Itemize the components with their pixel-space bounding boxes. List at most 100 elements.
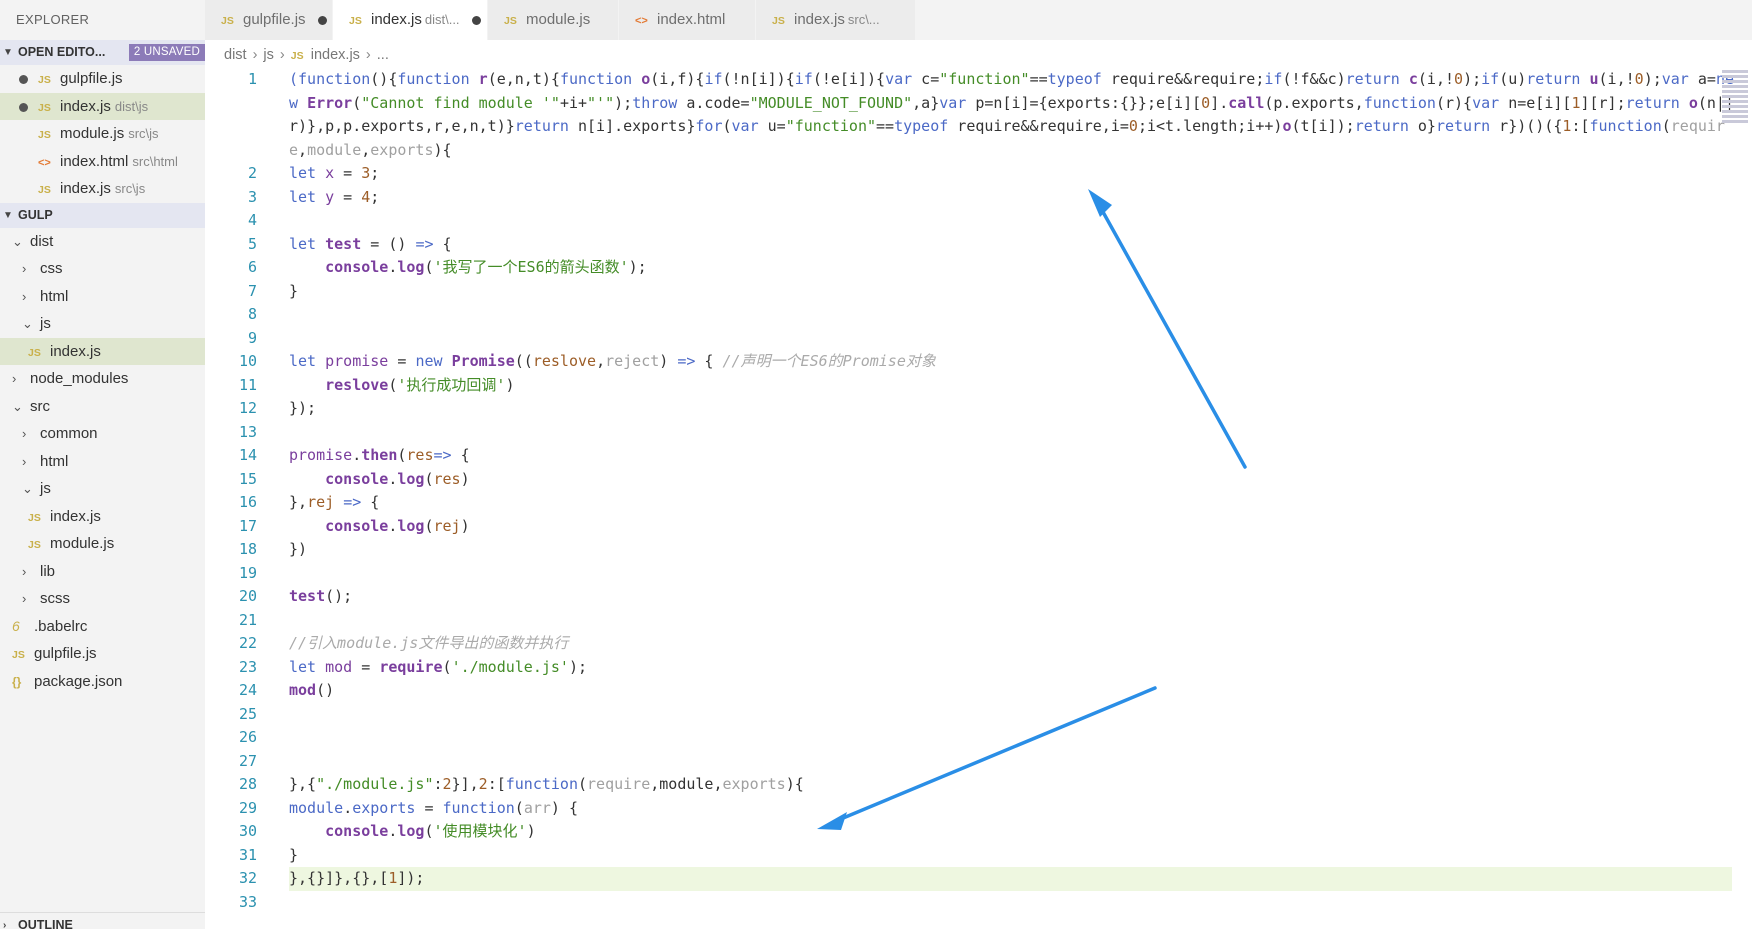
code-editor[interactable]: 1 2 3 4 5 6 7 8 9 10 11 12 13 14 15 16 17 18 19 20 21 22 23 24 2… bbox=[205, 68, 1752, 929]
workspace-header[interactable]: ▼ GULP bbox=[0, 202, 205, 228]
breadcrumb-dist[interactable]: dist bbox=[224, 47, 247, 63]
code-line-6[interactable]: console.log('我写了一个ES6的箭头函数'); bbox=[289, 256, 1736, 280]
folder-item[interactable]: › lib bbox=[0, 558, 205, 586]
tree-item-label: html bbox=[40, 452, 69, 470]
file-item[interactable]: JS gulpfile.js bbox=[0, 640, 205, 668]
code-line-29[interactable]: module.exports = function(arr) { bbox=[289, 797, 1736, 821]
file-item[interactable]: JS index.js bbox=[0, 503, 205, 531]
unsaved-dot-icon[interactable] bbox=[19, 102, 28, 112]
tab-label: module.js bbox=[526, 11, 591, 28]
tree-item-label: css bbox=[40, 260, 63, 277]
code-line-2[interactable]: let x = 3; bbox=[289, 162, 1736, 186]
folder-item[interactable]: › html bbox=[0, 283, 205, 311]
folder-item[interactable]: › css bbox=[0, 255, 205, 283]
folder-item[interactable]: › scss bbox=[0, 585, 205, 613]
breadcrumb-file[interactable]: index.js bbox=[311, 47, 360, 63]
folder-item[interactable]: ⌄ js bbox=[0, 310, 205, 338]
code-line-3[interactable]: let y = 4; bbox=[289, 186, 1736, 210]
file-item[interactable]: JS index.js bbox=[0, 337, 205, 365]
chevron-right-icon: › bbox=[3, 920, 7, 929]
js-file-icon: JS bbox=[772, 15, 785, 27]
open-editor-item[interactable]: JS index.js dist\js bbox=[0, 92, 205, 120]
code-line-23[interactable]: let mod = require('./module.js'); bbox=[289, 656, 1736, 680]
folder-item[interactable]: ⌄ js bbox=[0, 475, 205, 503]
open-editor-item[interactable]: JS module.js src\js bbox=[0, 120, 205, 148]
code-line-17[interactable]: console.log(rej) bbox=[289, 515, 1736, 539]
folder-item[interactable]: ⌄ dist bbox=[0, 228, 205, 256]
html-file-icon: <> bbox=[635, 15, 648, 27]
line-number: 11 bbox=[238, 375, 257, 394]
line-number: 26 bbox=[238, 728, 257, 746]
chevron-right-icon: › bbox=[22, 261, 27, 276]
code-line-15[interactable]: console.log(res) bbox=[289, 468, 1736, 492]
unsaved-dot-icon[interactable] bbox=[19, 75, 28, 84]
code-line-31[interactable]: } bbox=[289, 844, 1736, 868]
code-line-22[interactable]: //引入module.js文件导出的函数并执行 bbox=[289, 632, 1736, 656]
folder-item[interactable]: › common bbox=[0, 420, 205, 448]
tab-2[interactable]: JS module.js bbox=[488, 0, 619, 40]
code-line-11[interactable]: reslove('执行成功回调') bbox=[289, 374, 1736, 398]
tree-item-label: module.js bbox=[50, 535, 115, 552]
code-line-30[interactable]: console.log('使用模块化') bbox=[289, 820, 1736, 844]
code-line-12[interactable]: }); bbox=[289, 397, 1736, 421]
file-item[interactable]: 6 .babelrc bbox=[0, 613, 205, 641]
tab-4[interactable]: JS index.js src\... bbox=[756, 0, 916, 40]
line-number: 21 bbox=[238, 610, 257, 629]
line-number: 13 bbox=[238, 422, 257, 441]
tree-item-label: dist bbox=[30, 232, 54, 250]
minimap[interactable] bbox=[1718, 68, 1752, 148]
tab-0[interactable]: JS gulpfile.js bbox=[205, 0, 333, 40]
code-line-28[interactable]: },{"./module.js":2}],2:[function(require… bbox=[289, 773, 1736, 797]
code-line-14[interactable]: promise.then(res=> { bbox=[289, 444, 1736, 468]
unsaved-dot-icon[interactable] bbox=[317, 15, 327, 25]
line-number: 18 bbox=[238, 540, 257, 558]
js-file-icon: JS bbox=[38, 129, 51, 141]
js-file-icon: JS bbox=[28, 346, 41, 359]
chevron-down-icon: ▼ bbox=[3, 209, 13, 221]
unsaved-badge: 2 UNSAVED bbox=[128, 44, 205, 61]
tab-3[interactable]: <> index.html bbox=[619, 0, 756, 40]
tree-item-label: package.json bbox=[34, 672, 123, 690]
breadcrumb-separator: › bbox=[365, 47, 371, 63]
code-line-18[interactable]: }) bbox=[289, 538, 1736, 562]
code-line-24[interactable]: mod() bbox=[289, 679, 1736, 703]
unsaved-dot-icon[interactable] bbox=[471, 15, 481, 25]
chevron-right-icon: › bbox=[22, 453, 27, 469]
breadcrumb-more[interactable]: ... bbox=[377, 47, 389, 63]
folder-item[interactable]: ⌄ src bbox=[0, 393, 205, 421]
code-line-20[interactable]: test(); bbox=[289, 585, 1736, 609]
code-line-32[interactable]: },{}]},{},[1]); bbox=[289, 867, 1736, 891]
code-line-1[interactable]: (function(){function r(e,n,t){function o… bbox=[289, 68, 1736, 162]
line-number: 15 bbox=[238, 469, 257, 488]
tree-item-label: lib bbox=[40, 562, 56, 580]
chevron-right-icon: › bbox=[22, 426, 27, 441]
line-number: 20 bbox=[238, 587, 257, 605]
line-number: 31 bbox=[238, 845, 257, 864]
open-editor-item[interactable]: JS index.js src\js bbox=[0, 175, 205, 203]
tab-1[interactable]: JS index.js dist\... bbox=[333, 0, 488, 40]
folder-item[interactable]: › html bbox=[0, 448, 205, 476]
open-editor-item[interactable]: <> index.html src\html bbox=[0, 148, 205, 176]
outline-header[interactable]: › OUTLINE bbox=[0, 912, 205, 929]
breadcrumb-js[interactable]: js bbox=[263, 47, 273, 63]
breadcrumb: dist › js › JS index.js ›... bbox=[224, 44, 389, 66]
chevron-right-icon: › bbox=[22, 288, 27, 304]
tab-path: dist\... bbox=[424, 12, 460, 27]
chevron-down-icon: ⌄ bbox=[12, 233, 23, 249]
code-line-10[interactable]: let promise = new Promise((reslove,rejec… bbox=[289, 350, 1736, 374]
line-number: 14 bbox=[238, 446, 257, 464]
chevron-right-icon: › bbox=[12, 371, 17, 386]
file-item[interactable]: JS module.js bbox=[0, 530, 205, 558]
folder-item[interactable]: › node_modules bbox=[0, 365, 205, 393]
code-line-5[interactable]: let test = () => { bbox=[289, 233, 1736, 257]
open-editors-header[interactable]: ▼ OPEN EDITO... 2 UNSAVED bbox=[0, 40, 205, 65]
chevron-down-icon: ▼ bbox=[3, 47, 13, 58]
code-line-16[interactable]: },rej => { bbox=[289, 491, 1736, 515]
open-editor-item[interactable]: JS gulpfile.js bbox=[0, 65, 205, 93]
code-line-7[interactable]: } bbox=[289, 280, 1736, 304]
tab-label: index.js bbox=[794, 11, 845, 28]
line-number: 28 bbox=[238, 775, 257, 793]
line-number: 12 bbox=[238, 399, 257, 417]
js-file-icon: JS bbox=[38, 101, 51, 114]
file-item[interactable]: {} package.json bbox=[0, 668, 205, 696]
